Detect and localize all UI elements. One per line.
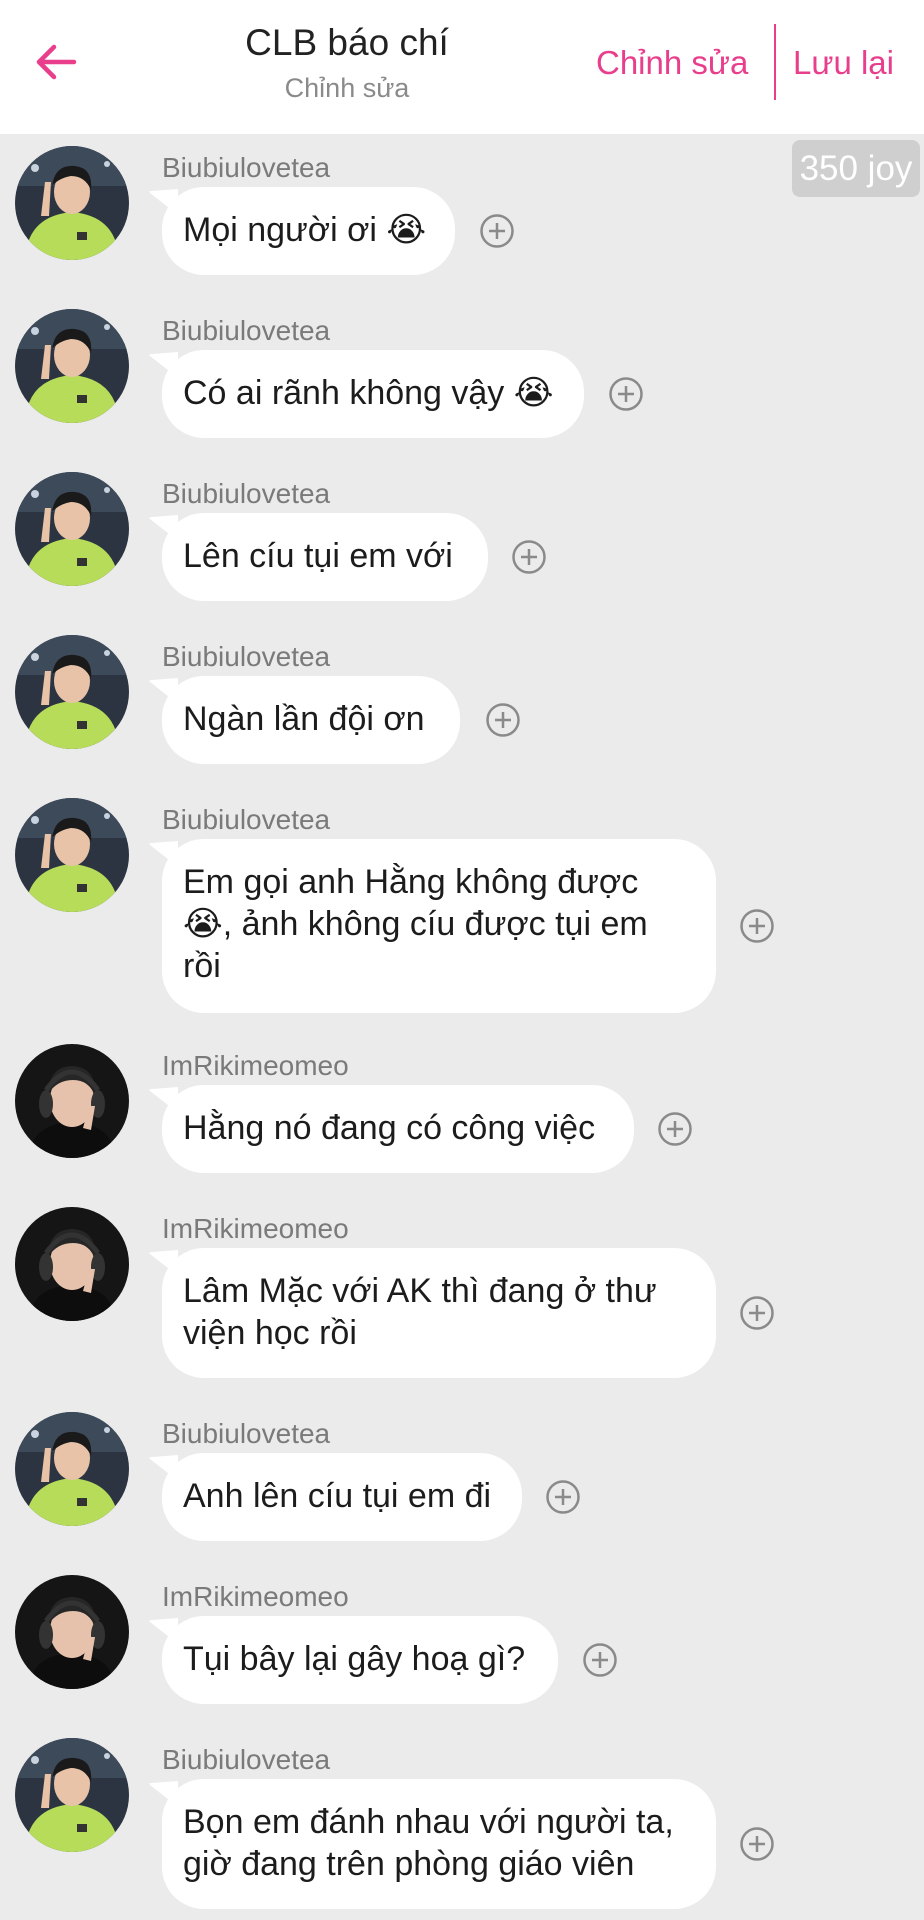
chat-subtitle: Chỉnh sửa	[284, 73, 410, 103]
message-bubble: Lâm Mặc với AK thì đang ở thư viện học r…	[162, 1248, 716, 1378]
add-reaction-icon[interactable]	[485, 702, 521, 738]
add-reaction-icon[interactable]	[739, 1295, 775, 1331]
avatar-imrikimeomeo[interactable]	[15, 1207, 129, 1321]
avatar-imrikimeomeo[interactable]	[15, 1044, 129, 1158]
message-feed[interactable]: Biubiulovetea Mọi người ơi 😭 Biubiulovet…	[0, 134, 924, 1920]
message-bubble: Lên cíu tụi em với	[162, 513, 488, 601]
message-username: Biubiulovetea	[162, 804, 331, 835]
message-bubble: Tụi bây lại gây hoạ gì?	[162, 1616, 558, 1704]
add-reaction-icon[interactable]	[582, 1642, 618, 1678]
message-username: Biubiulovetea	[162, 1418, 331, 1449]
message-username: Biubiulovetea	[162, 1744, 331, 1775]
add-reaction-icon[interactable]	[479, 213, 515, 249]
add-reaction-icon[interactable]	[657, 1111, 693, 1147]
add-reaction-icon[interactable]	[545, 1479, 581, 1515]
message-username: ImRikimeomeo	[162, 1050, 349, 1081]
add-reaction-icon[interactable]	[739, 1826, 775, 1862]
title-block: CLB báo chí Chỉnh sửa	[200, 20, 494, 108]
message-username: ImRikimeomeo	[162, 1213, 349, 1244]
joy-points-badge: 350 joy	[792, 140, 920, 197]
avatar-biubiulovetea[interactable]	[15, 146, 129, 260]
add-reaction-icon[interactable]	[739, 908, 775, 944]
message-bubble: Có ai rãnh không vậy 😭	[162, 350, 584, 438]
back-arrow-icon[interactable]	[30, 36, 82, 88]
message-username: Biubiulovetea	[162, 641, 331, 672]
avatar-biubiulovetea[interactable]	[15, 798, 129, 912]
add-reaction-icon[interactable]	[511, 539, 547, 575]
message-bubble: Bọn em đánh nhau với người ta, giờ đang …	[162, 1779, 716, 1909]
message-username: ImRikimeomeo	[162, 1581, 349, 1612]
message-username: Biubiulovetea	[162, 478, 331, 509]
header-divider	[774, 24, 776, 100]
avatar-biubiulovetea[interactable]	[15, 635, 129, 749]
avatar-biubiulovetea[interactable]	[15, 472, 129, 586]
avatar-biubiulovetea[interactable]	[15, 1738, 129, 1852]
save-button[interactable]: Lưu lại	[793, 40, 894, 86]
avatar-biubiulovetea[interactable]	[15, 1412, 129, 1526]
message-bubble: Ngàn lần đội ơn	[162, 676, 460, 764]
message-bubble: Em gọi anh Hằng không được 😭, ảnh không …	[162, 839, 716, 1013]
message-bubble: Hằng nó đang có công việc	[162, 1085, 634, 1173]
message-bubble: Anh lên cíu tụi em đi	[162, 1453, 522, 1541]
edit-button[interactable]: Chỉnh sửa	[596, 40, 748, 86]
add-reaction-icon[interactable]	[608, 376, 644, 412]
message-bubble: Mọi người ơi 😭	[162, 187, 455, 275]
app-header: CLB báo chí Chỉnh sửa Chỉnh sửa Lưu lại	[0, 0, 924, 134]
message-username: Biubiulovetea	[162, 152, 331, 183]
avatar-biubiulovetea[interactable]	[15, 309, 129, 423]
message-username: Biubiulovetea	[162, 315, 331, 346]
avatar-imrikimeomeo[interactable]	[15, 1575, 129, 1689]
chat-title: CLB báo chí	[245, 22, 449, 63]
